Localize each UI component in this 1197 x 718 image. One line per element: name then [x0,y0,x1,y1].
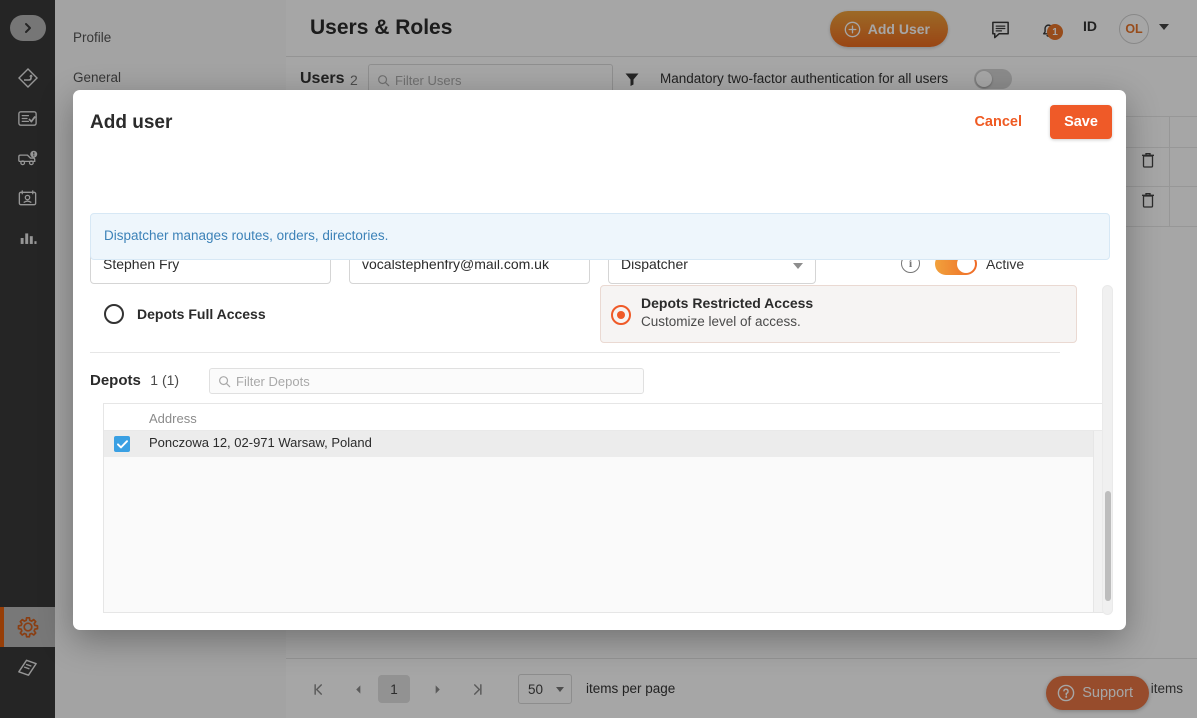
radio-unselected-icon [104,304,124,324]
cell-address: Ponczowa 12, 02-971 Warsaw, Poland [149,435,372,450]
option-depots-restricted-access[interactable]: Depots Restricted Access Customize level… [600,285,1077,343]
filter-depots-placeholder: Filter Depots [236,373,310,389]
dialog-title: Add user [90,112,173,133]
depots-table: Address Ponczowa 12, 02-971 Warsaw, Pola… [103,403,1107,613]
depots-table-empty-area [104,457,1107,612]
dialog-scrollbar-track[interactable] [1102,285,1113,615]
section-divider [90,352,1060,353]
access-options: Depots Full Access Depots Restricted Acc… [90,285,1110,343]
depots-table-header: Address [104,404,1107,431]
role-hint-text: Dispatcher manages routes, orders, direc… [104,228,389,243]
radio-selected-icon [611,305,631,325]
row-checkbox[interactable] [114,436,130,452]
role-hint-banner: Dispatcher manages routes, orders, direc… [90,213,1110,260]
option-full-access-label: Depots Full Access [137,306,266,322]
option-depots-full-access[interactable]: Depots Full Access [90,285,590,343]
app-root: Profile General Users & Roles Add User 1… [0,0,1197,718]
column-header-address: Address [149,411,197,426]
search-icon [219,376,231,388]
dialog-scrollbar-thumb[interactable] [1105,491,1111,601]
table-row[interactable]: Ponczowa 12, 02-971 Warsaw, Poland [104,431,1107,457]
check-icon [117,440,128,449]
save-button[interactable]: Save [1050,105,1112,139]
depots-count: 1 (1) [150,372,180,388]
option-restricted-title: Depots Restricted Access [641,295,814,311]
chevron-down-icon [793,263,803,269]
filter-depots-input[interactable]: Filter Depots [209,368,644,394]
cancel-button[interactable]: Cancel [974,114,1022,130]
option-restricted-subtitle: Customize level of access. [641,314,801,329]
depots-header: Depots 1 (1) [90,372,179,390]
depots-title: Depots [90,372,141,389]
add-user-dialog: Add user Cancel Save Name* Stephen Fry E… [73,90,1126,630]
